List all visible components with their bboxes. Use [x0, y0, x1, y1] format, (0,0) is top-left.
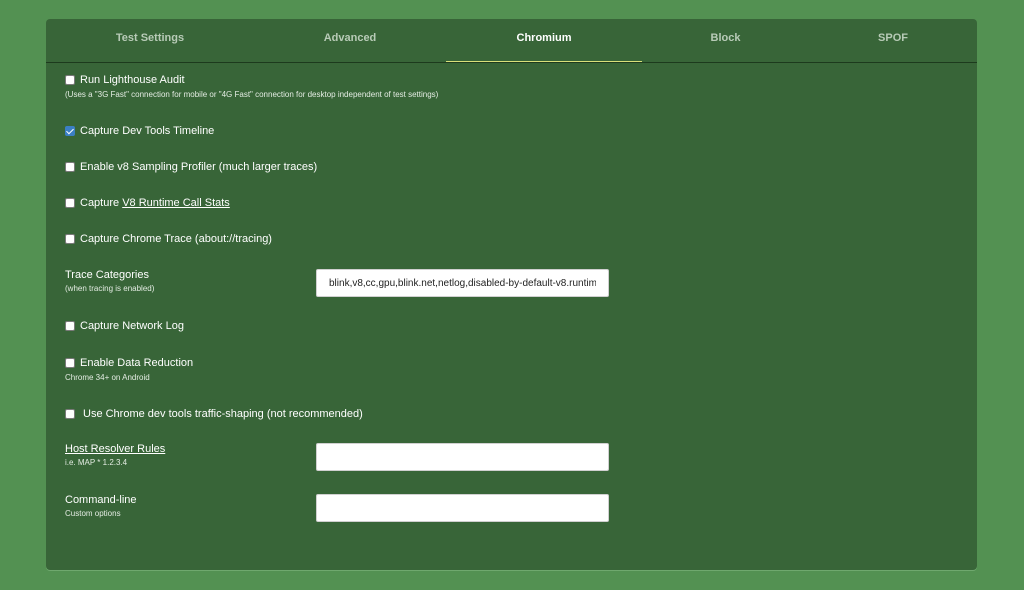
- v8-profiler-option: Enable v8 Sampling Profiler (much larger…: [65, 160, 317, 174]
- settings-tab-bar: Test Settings Advanced Chromium Block SP…: [46, 19, 977, 63]
- v8-stats-option: Capture V8 Runtime Call Stats: [65, 196, 230, 210]
- traffic-shaping-checkbox[interactable]: [65, 409, 75, 419]
- timeline-checkbox[interactable]: [65, 126, 75, 136]
- trace-categories-input[interactable]: [316, 269, 609, 297]
- trace-categories-field: Trace Categories (when tracing is enable…: [65, 269, 154, 293]
- data-reduction-label: Enable Data Reduction: [80, 357, 194, 369]
- lighthouse-checkbox[interactable]: [65, 75, 75, 85]
- chromium-settings-panel: Test Settings Advanced Chromium Block SP…: [46, 19, 977, 570]
- lighthouse-note: (Uses a "3G Fast" connection for mobile …: [65, 90, 439, 99]
- chrome-trace-option: Capture Chrome Trace (about://tracing): [65, 232, 272, 246]
- v8-stats-checkbox[interactable]: [65, 198, 75, 208]
- timeline-label: Capture Dev Tools Timeline: [80, 125, 215, 137]
- host-rules-input[interactable]: [316, 443, 609, 471]
- cmdline-label: Command-line: [65, 494, 137, 506]
- host-rules-field: Host Resolver Rules i.e. MAP * 1.2.3.4: [65, 443, 165, 467]
- data-reduction-checkbox[interactable]: [65, 358, 75, 368]
- lighthouse-label: Run Lighthouse Audit: [80, 74, 185, 86]
- tab-test-settings[interactable]: Test Settings: [46, 19, 254, 62]
- data-reduction-option: Enable Data Reduction Chrome 34+ on Andr…: [65, 356, 193, 382]
- netlog-label: Capture Network Log: [80, 320, 184, 332]
- tab-chromium[interactable]: Chromium: [446, 19, 642, 62]
- netlog-checkbox[interactable]: [65, 321, 75, 331]
- tab-block[interactable]: Block: [642, 19, 809, 62]
- chrome-trace-label: Capture Chrome Trace (about://tracing): [80, 233, 272, 245]
- tab-advanced[interactable]: Advanced: [254, 19, 446, 62]
- cmdline-note: Custom options: [65, 509, 121, 518]
- timeline-option: Capture Dev Tools Timeline: [65, 124, 214, 138]
- traffic-shaping-label: Use Chrome dev tools traffic-shaping (no…: [83, 408, 363, 420]
- v8-profiler-checkbox[interactable]: [65, 162, 75, 172]
- data-reduction-note: Chrome 34+ on Android: [65, 373, 150, 382]
- trace-categories-note: (when tracing is enabled): [65, 284, 155, 293]
- host-rules-note: i.e. MAP * 1.2.3.4: [65, 458, 128, 467]
- host-rules-label[interactable]: Host Resolver Rules: [65, 443, 165, 455]
- trace-categories-label: Trace Categories: [65, 269, 149, 281]
- lighthouse-option: Run Lighthouse Audit (Uses a "3G Fast" c…: [65, 73, 438, 99]
- v8-stats-prefix: Capture: [80, 197, 123, 209]
- traffic-shaping-option: Use Chrome dev tools traffic-shaping (no…: [65, 407, 363, 421]
- netlog-option: Capture Network Log: [65, 319, 184, 333]
- tab-spof[interactable]: SPOF: [809, 19, 977, 62]
- cmdline-field: Command-line Custom options: [65, 494, 137, 518]
- chrome-trace-checkbox[interactable]: [65, 234, 75, 244]
- v8-stats-link[interactable]: V8 Runtime Call Stats: [122, 197, 230, 209]
- cmdline-input[interactable]: [316, 494, 609, 522]
- v8-profiler-label: Enable v8 Sampling Profiler (much larger…: [80, 161, 318, 173]
